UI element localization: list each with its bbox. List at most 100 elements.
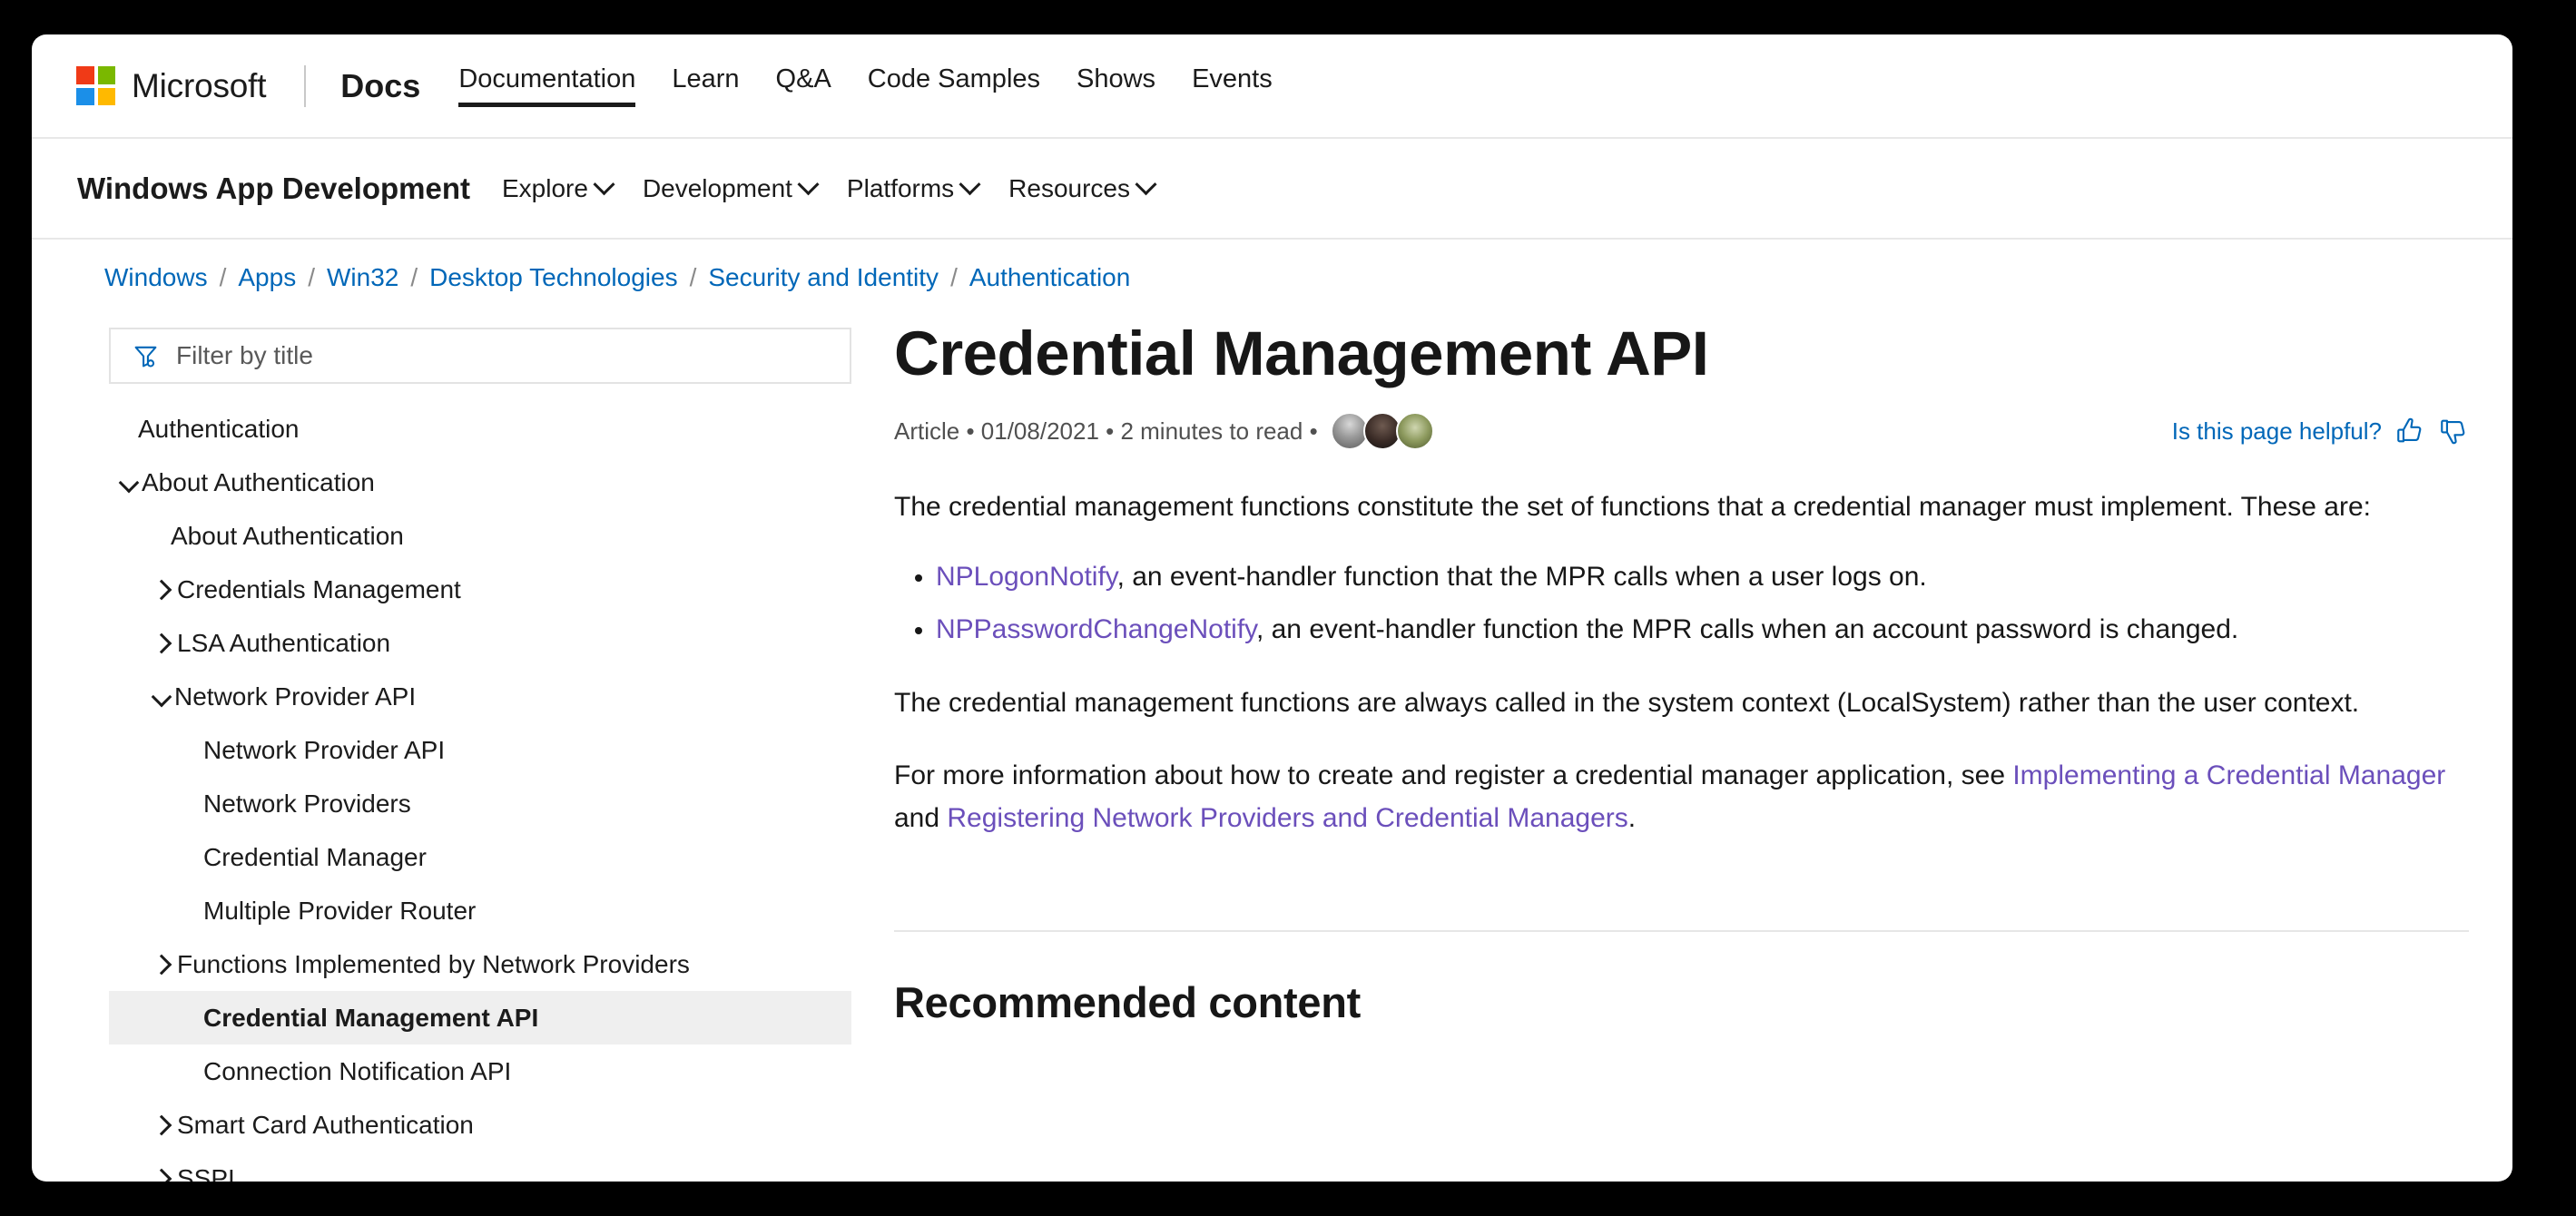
- logo-square-red: [76, 66, 94, 84]
- product-nav-platforms[interactable]: Platforms: [847, 173, 981, 203]
- toc-item-smart-card-authentication[interactable]: Smart Card Authentication: [109, 1098, 831, 1152]
- logo-square-green: [97, 66, 115, 84]
- chevron-down-icon: [797, 173, 820, 196]
- browser-window-card: Microsoft Docs Documentation Learn Q&A C…: [32, 34, 2512, 1182]
- toc-item-label: Network Providers: [203, 789, 411, 818]
- article-paragraph-2: The credential management functions are …: [894, 687, 2360, 718]
- breadcrumb-separator: /: [308, 263, 315, 291]
- toc-item-label: Credential Management API: [203, 1003, 539, 1032]
- toc-item-sspi[interactable]: SSPI: [109, 1152, 831, 1182]
- paragraph-3-lead: For more information about how to create…: [894, 760, 2013, 791]
- toc-item-functions-implemented-by-network-providers[interactable]: Functions Implemented by Network Provide…: [109, 937, 831, 991]
- list-item-text: , an event-handler function the MPR call…: [1255, 614, 2239, 645]
- breadcrumb-item-desktop-technologies[interactable]: Desktop Technologies: [429, 263, 677, 292]
- global-nav-documentation[interactable]: Documentation: [458, 64, 636, 107]
- toc-item-label: About Authentication: [142, 467, 375, 496]
- chevron-down-icon: [1135, 173, 1157, 196]
- toc-item-network-provider-api[interactable]: Network Provider API: [109, 723, 831, 777]
- chevron-right-icon: [151, 1168, 172, 1182]
- breadcrumb-separator: /: [689, 263, 697, 291]
- toc-item-credentials-management[interactable]: Credentials Management: [109, 563, 831, 616]
- article-paragraph-3: For more information about how to create…: [894, 755, 2469, 839]
- chevron-right-icon: [151, 633, 172, 653]
- content-divider: [894, 930, 2469, 933]
- toc-item-label: Network Provider API: [203, 735, 446, 764]
- thumbs-down-icon[interactable]: [2438, 416, 2469, 446]
- toc-item-network-providers[interactable]: Network Providers: [109, 777, 831, 830]
- list-item-text: , an event-handler function that the MPR…: [1116, 561, 1927, 592]
- product-nav-resources[interactable]: Resources: [1008, 173, 1157, 203]
- article-meta-row: Article • 01/08/2021 • 2 minutes to read…: [894, 410, 2469, 452]
- global-nav-code-samples[interactable]: Code Samples: [868, 64, 1040, 107]
- link-implementing-a-credential-manager[interactable]: Implementing a Credential Manager: [2012, 760, 2445, 790]
- logo-square-blue: [76, 87, 94, 105]
- product-title[interactable]: Windows App Development: [77, 172, 470, 206]
- filter-by-title-input[interactable]: Filter by title: [109, 328, 851, 384]
- function-list: NPLogonNotify, an event-handler function…: [894, 556, 2469, 652]
- toc-item-connection-notification-api[interactable]: Connection Notification API: [109, 1044, 831, 1098]
- avatar[interactable]: [1395, 412, 1434, 451]
- toc-item-lsa-authentication[interactable]: LSA Authentication: [109, 616, 831, 670]
- chevron-down-icon: [959, 173, 981, 196]
- breadcrumb-item-authentication[interactable]: Authentication: [969, 263, 1130, 292]
- chevron-down-icon: [593, 173, 615, 196]
- global-nav-learn[interactable]: Learn: [672, 64, 739, 107]
- breadcrumb-separator: /: [219, 263, 227, 291]
- paragraph-3-tail: .: [1627, 802, 1637, 833]
- product-nav-resources-label: Resources: [1008, 173, 1131, 202]
- breadcrumb-item-security-and-identity[interactable]: Security and Identity: [708, 263, 939, 292]
- toc-list: Authentication About Authentication Abou…: [109, 402, 851, 1182]
- is-this-page-helpful-label[interactable]: Is this page helpful?: [2172, 417, 2382, 446]
- table-of-contents-sidebar: Filter by title Authentication About Aut…: [32, 316, 851, 1182]
- toc-item-network-provider-api-group[interactable]: Network Provider API: [109, 670, 831, 723]
- header-divider: [304, 64, 307, 107]
- toc-item-label: Authentication: [138, 414, 300, 443]
- docs-brand-link[interactable]: Docs: [340, 67, 420, 105]
- toc-item-label: Connection Notification API: [203, 1056, 512, 1085]
- page-title: Credential Management API: [894, 319, 1709, 388]
- link-nplogonnotify[interactable]: NPLogonNotify: [936, 562, 1117, 592]
- toc-item-authentication[interactable]: Authentication: [109, 402, 831, 456]
- toc-item-about-authentication[interactable]: About Authentication: [109, 509, 831, 563]
- thumbs-up-icon[interactable]: [2394, 416, 2425, 446]
- filter-funnel-icon: [134, 346, 157, 368]
- toc-item-label: About Authentication: [171, 521, 404, 550]
- product-nav-explore[interactable]: Explore: [502, 173, 615, 203]
- article-main: Credential Management API Article • 01/0…: [831, 316, 2512, 1027]
- list-item: NPLogonNotify, an event-handler function…: [936, 556, 2469, 599]
- product-nav-explore-label: Explore: [502, 173, 588, 202]
- global-nav-shows[interactable]: Shows: [1077, 64, 1155, 107]
- toc-item-label: Smart Card Authentication: [177, 1110, 474, 1139]
- global-nav-links: Documentation Learn Q&A Code Samples Sho…: [458, 64, 1273, 107]
- link-registering-network-providers-and-credential-managers[interactable]: Registering Network Providers and Creden…: [947, 803, 1627, 833]
- global-nav-events[interactable]: Events: [1192, 64, 1273, 107]
- microsoft-logo-icon[interactable]: [76, 66, 115, 105]
- chevron-right-icon: [151, 579, 172, 600]
- toc-item-about-authentication-group[interactable]: About Authentication: [109, 456, 831, 509]
- list-item: NPPasswordChangeNotify, an event-handler…: [936, 609, 2469, 652]
- link-nppasswordchangenotify[interactable]: NPPasswordChangeNotify: [936, 614, 1256, 644]
- breadcrumb-item-win32[interactable]: Win32: [327, 263, 398, 292]
- toc-item-label: Credential Manager: [203, 842, 427, 871]
- logo-square-orange: [97, 87, 115, 105]
- toc-item-credential-manager[interactable]: Credential Manager: [109, 830, 831, 884]
- toc-item-label: SSPI: [177, 1163, 235, 1182]
- global-navigation-bar: Microsoft Docs Documentation Learn Q&A C…: [32, 34, 2512, 139]
- product-navigation-bar: Windows App Development Explore Developm…: [32, 139, 2512, 240]
- breadcrumb-separator: /: [950, 263, 958, 291]
- toc-item-label: Network Provider API: [174, 682, 417, 711]
- chevron-right-icon: [151, 954, 172, 975]
- chevron-right-icon: [151, 1114, 172, 1135]
- product-nav-development[interactable]: Development: [643, 173, 820, 203]
- toc-item-multiple-provider-router[interactable]: Multiple Provider Router: [109, 884, 831, 937]
- toc-item-credential-management-api[interactable]: Credential Management API: [109, 991, 851, 1044]
- microsoft-wordmark[interactable]: Microsoft: [132, 67, 266, 105]
- breadcrumb-item-windows[interactable]: Windows: [104, 263, 208, 292]
- breadcrumb: Windows / Apps / Win32 / Desktop Technol…: [32, 240, 2512, 316]
- contributor-avatars: [1330, 412, 1434, 451]
- global-nav-qa[interactable]: Q&A: [776, 64, 831, 107]
- breadcrumb-separator: /: [410, 263, 418, 291]
- toc-item-label: Credentials Management: [177, 574, 461, 603]
- breadcrumb-item-apps[interactable]: Apps: [238, 263, 296, 292]
- page-feedback-group: Is this page helpful?: [2172, 416, 2469, 446]
